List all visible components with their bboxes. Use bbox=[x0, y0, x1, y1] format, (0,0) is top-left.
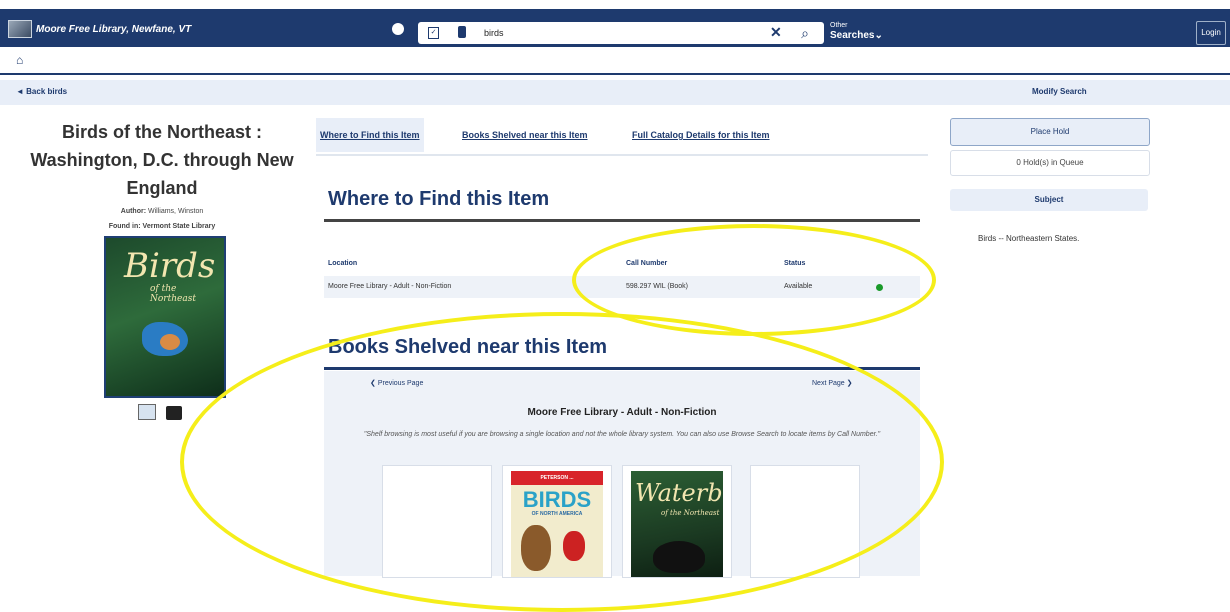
available-status-icon bbox=[876, 284, 883, 291]
previous-page-label: Previous Page bbox=[377, 380, 424, 387]
item-summary: Birds of the Northeast : Washington, D.C… bbox=[12, 118, 312, 232]
holdings-row: Moore Free Library - Adult - Non-Fiction… bbox=[324, 276, 920, 298]
next-page-link[interactable]: Next Page ❯ bbox=[812, 379, 853, 387]
print-icon[interactable] bbox=[166, 406, 183, 420]
cover-subtitle: of the Northeast bbox=[661, 509, 720, 517]
home-icon[interactable]: ⌂ bbox=[16, 53, 23, 67]
column-location: Location bbox=[328, 260, 358, 267]
column-status: Status bbox=[784, 260, 806, 267]
subject-heading: Subject bbox=[950, 189, 1148, 211]
cover-band: PETERSON ... bbox=[511, 471, 603, 485]
shelf-divider bbox=[324, 367, 920, 370]
chevron-down-icon: ⌄ bbox=[874, 30, 883, 41]
tab-books-shelved-near[interactable]: Books Shelved near this Item bbox=[458, 118, 592, 152]
column-call-number: Call Number bbox=[626, 260, 668, 267]
place-hold-button[interactable]: Place Hold bbox=[950, 118, 1150, 146]
found-in-label: Found in: bbox=[108, 223, 141, 230]
modify-search-link[interactable]: Modify Search bbox=[1032, 87, 1087, 96]
bluebird-belly bbox=[160, 334, 180, 350]
shelf-book-slot[interactable]: Waterbirds of the Northeast bbox=[622, 465, 732, 578]
previous-page-link[interactable]: ❮ Previous Page bbox=[370, 379, 423, 387]
shelf-browser: ❮ Previous Page Next Page ❯ Moore Free L… bbox=[324, 371, 920, 578]
back-link[interactable]: ◄ Back birds bbox=[16, 87, 67, 96]
item-tabs: Where to Find this Item Books Shelved ne… bbox=[316, 118, 928, 156]
owl-illustration bbox=[521, 525, 551, 571]
next-page-label: Next Page bbox=[812, 380, 845, 387]
search-icon: ⌕ bbox=[801, 25, 809, 41]
subject-link[interactable]: Birds -- Northeastern States. bbox=[978, 234, 1079, 243]
location-cell: Moore Free Library - Adult - Non-Fiction bbox=[328, 283, 452, 290]
top-nav-bar: Moore Free Library, Newfane, VT ✓ ✕ ⌕ Ot… bbox=[0, 9, 1230, 47]
back-icon: ◄ bbox=[16, 87, 27, 96]
shelf-note: "Shelf browsing is most useful if you ar… bbox=[363, 431, 881, 438]
where-divider bbox=[324, 219, 920, 222]
clear-search-icon[interactable]: ✕ bbox=[770, 24, 782, 41]
search-button[interactable]: ⌕ bbox=[786, 22, 824, 44]
call-number-cell: 598.297 WIL (Book) bbox=[626, 283, 688, 290]
author-label: Author: bbox=[120, 208, 147, 215]
search-box: ✓ ✕ ⌕ bbox=[418, 22, 824, 44]
checkbox-icon[interactable]: ✓ bbox=[428, 27, 439, 39]
image-icon[interactable] bbox=[138, 404, 156, 420]
cover-title: Birds bbox=[124, 246, 216, 286]
other-searches-label: Searches bbox=[830, 30, 875, 41]
other-searches-menu[interactable]: Other Searches⌄ bbox=[830, 22, 883, 42]
item-tools bbox=[138, 404, 188, 425]
library-name: Moore Free Library, Newfane, VT bbox=[36, 23, 192, 35]
author-line: Author: Williams, Winston bbox=[12, 206, 312, 217]
library-brand[interactable]: Moore Free Library, Newfane, VT bbox=[8, 20, 191, 38]
holds-queue-count: 0 Hold(s) in Queue bbox=[950, 150, 1150, 176]
shelf-book-slot[interactable] bbox=[750, 465, 860, 578]
database-icon[interactable] bbox=[458, 26, 466, 38]
holdings-header: Location Call Number Status bbox=[324, 256, 920, 272]
globe-icon[interactable] bbox=[392, 23, 404, 35]
shelf-book-slot[interactable]: PETERSON ... BIRDS OF NORTH AMERICA bbox=[502, 465, 612, 578]
where-heading: Where to Find this Item bbox=[328, 188, 550, 210]
shelf-book-slot[interactable] bbox=[382, 465, 492, 578]
shelf-heading: Books Shelved near this Item bbox=[328, 336, 607, 358]
book-cover: Birds of the Northeast bbox=[104, 236, 226, 398]
cardinal-illustration bbox=[563, 531, 585, 561]
library-logo bbox=[8, 20, 32, 38]
cover-title: BIRDS bbox=[522, 487, 592, 512]
waterbirds-cover: Waterbirds of the Northeast bbox=[631, 471, 723, 577]
cover-subtitle: OF NORTH AMERICA bbox=[531, 511, 583, 517]
other-searches-small: Other bbox=[830, 22, 848, 29]
home-bar: ⌂ bbox=[0, 47, 1230, 75]
back-label: Back birds bbox=[26, 87, 68, 96]
shelf-location: Moore Free Library - Adult - Non-Fiction bbox=[527, 407, 717, 418]
chevron-right-icon: ❯ bbox=[844, 380, 853, 387]
cover-title: Waterbirds bbox=[635, 479, 723, 507]
search-input[interactable] bbox=[484, 25, 764, 41]
book-title: Birds of the Northeast : Washington, D.C… bbox=[30, 122, 294, 198]
tab-full-catalog-details[interactable]: Full Catalog Details for this Item bbox=[628, 118, 774, 152]
status-cell: Available bbox=[784, 283, 813, 290]
chevron-left-icon: ❮ bbox=[370, 380, 378, 387]
breadcrumb: ◄ Back birds Modify Search bbox=[0, 80, 1230, 105]
found-in-value: Vermont State Library bbox=[142, 223, 216, 230]
author-value[interactable]: Williams, Winston bbox=[148, 208, 203, 215]
found-in-line: Found in: Vermont State Library bbox=[12, 221, 312, 232]
birds-of-north-america-cover: PETERSON ... BIRDS OF NORTH AMERICA bbox=[511, 471, 603, 577]
cover-subtitle: of the Northeast bbox=[150, 284, 196, 304]
loon-illustration bbox=[653, 541, 705, 573]
tab-where-to-find[interactable]: Where to Find this Item bbox=[316, 118, 424, 152]
login-button[interactable]: Login bbox=[1196, 21, 1226, 45]
